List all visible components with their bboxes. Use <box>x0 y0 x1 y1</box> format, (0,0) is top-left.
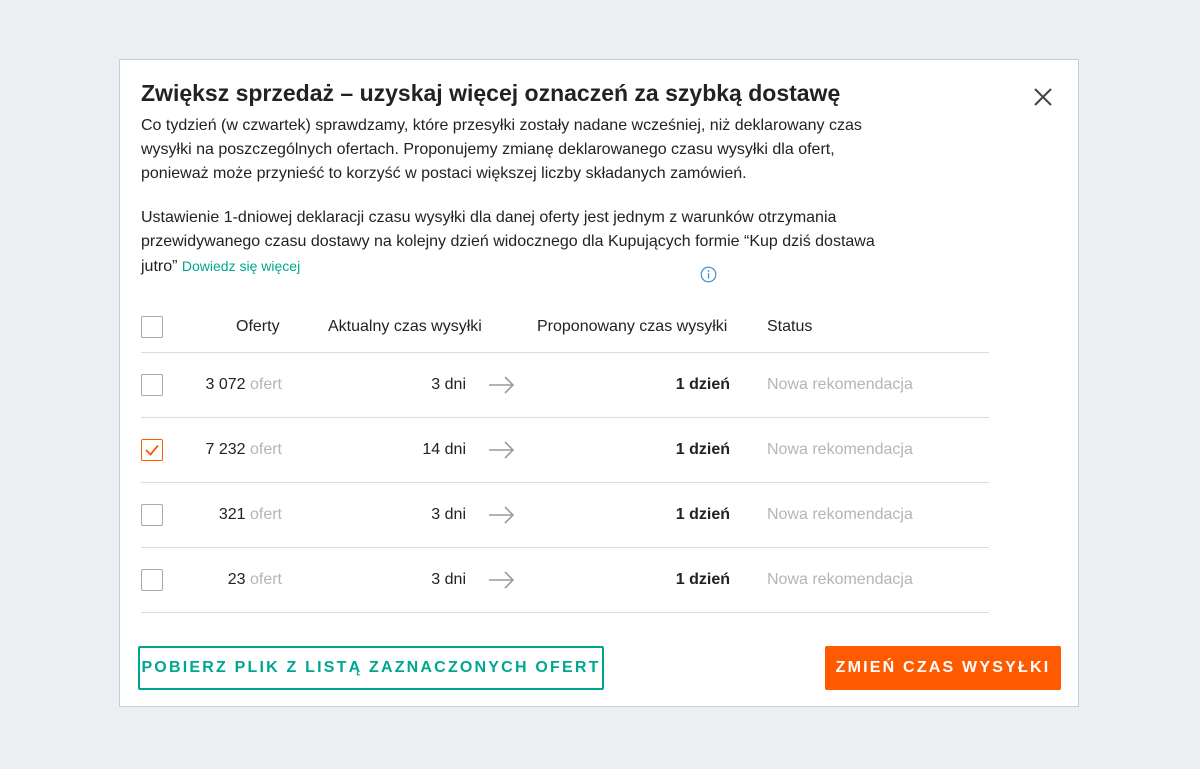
table-header: Oferty Aktualny czas wysyłki Proponowany… <box>141 305 989 353</box>
select-all-checkbox[interactable] <box>141 316 163 338</box>
offer-count-cell: 23 ofert <box>141 569 282 591</box>
current-time: 3 dni <box>431 376 466 393</box>
header-offers: Oferty <box>236 318 280 335</box>
offer-unit: ofert <box>249 506 282 523</box>
download-list-button[interactable]: POBIERZ PLIK Z LISTĄ ZAZNACZONYCH OFERT <box>138 646 604 690</box>
status-text: Nowa rekomendacja <box>767 376 913 393</box>
current-time: 3 dni <box>431 506 466 523</box>
arrow-right-icon <box>488 570 516 590</box>
header-current-time: Aktualny czas wysyłki <box>328 318 482 335</box>
arrow-right-icon <box>488 505 516 525</box>
header-status: Status <box>767 318 813 335</box>
header-proposed-time: Proponowany czas wysyłki <box>537 318 728 335</box>
learn-more-link[interactable]: Dowiedz się więcej <box>182 258 300 274</box>
offer-unit: ofert <box>249 441 282 458</box>
offer-count: 3 072 <box>205 376 246 393</box>
offer-count: 321 <box>218 506 246 523</box>
proposed-time: 1 dzień <box>675 506 730 523</box>
table-row: 7 232 ofert 14 dni 1 dzień Nowa rekomend… <box>141 418 989 483</box>
offer-count: 7 232 <box>205 441 246 458</box>
modal-description-2: Ustawienie 1-dniowej deklaracji czasu wy… <box>141 206 901 279</box>
current-time: 3 dni <box>431 571 466 588</box>
offer-count: 23 <box>227 571 246 588</box>
arrow-right-icon <box>488 440 516 460</box>
offer-count-cell: 3 072 ofert <box>141 374 282 396</box>
modal-title: Zwiększ sprzedaż – uzyskaj więcej oznacz… <box>141 80 841 106</box>
table-row: 23 ofert 3 dni 1 dzień Nowa rekomendacja <box>141 548 989 613</box>
offer-count-cell: 7 232 ofert <box>141 439 282 461</box>
offer-unit: ofert <box>249 571 282 588</box>
current-time: 14 dni <box>422 441 466 458</box>
modal-description: Co tydzień (w czwartek) sprawdzamy, któr… <box>141 117 862 182</box>
status-text: Nowa rekomendacja <box>767 506 913 523</box>
offer-count-cell: 321 ofert <box>141 504 282 526</box>
proposed-time: 1 dzień <box>675 441 730 458</box>
shipping-time-modal: Zwiększ sprzedaż – uzyskaj więcej oznacz… <box>119 59 1079 707</box>
close-icon[interactable] <box>1030 84 1056 110</box>
offers-table: Oferty Aktualny czas wysyłki Proponowany… <box>141 305 989 613</box>
status-text: Nowa rekomendacja <box>767 571 913 588</box>
table-row: 3 072 ofert 3 dni 1 dzień Nowa rekomenda… <box>141 353 989 418</box>
proposed-time: 1 dzień <box>675 376 730 393</box>
status-text: Nowa rekomendacja <box>767 441 913 458</box>
arrow-right-icon <box>488 375 516 395</box>
change-shipping-time-button[interactable]: ZMIEŃ CZAS WYSYŁKI <box>825 646 1061 690</box>
table-row: 321 ofert 3 dni 1 dzień Nowa rekomendacj… <box>141 483 989 548</box>
proposed-time: 1 dzień <box>675 571 730 588</box>
info-icon[interactable] <box>700 266 717 283</box>
offer-unit: ofert <box>249 376 282 393</box>
